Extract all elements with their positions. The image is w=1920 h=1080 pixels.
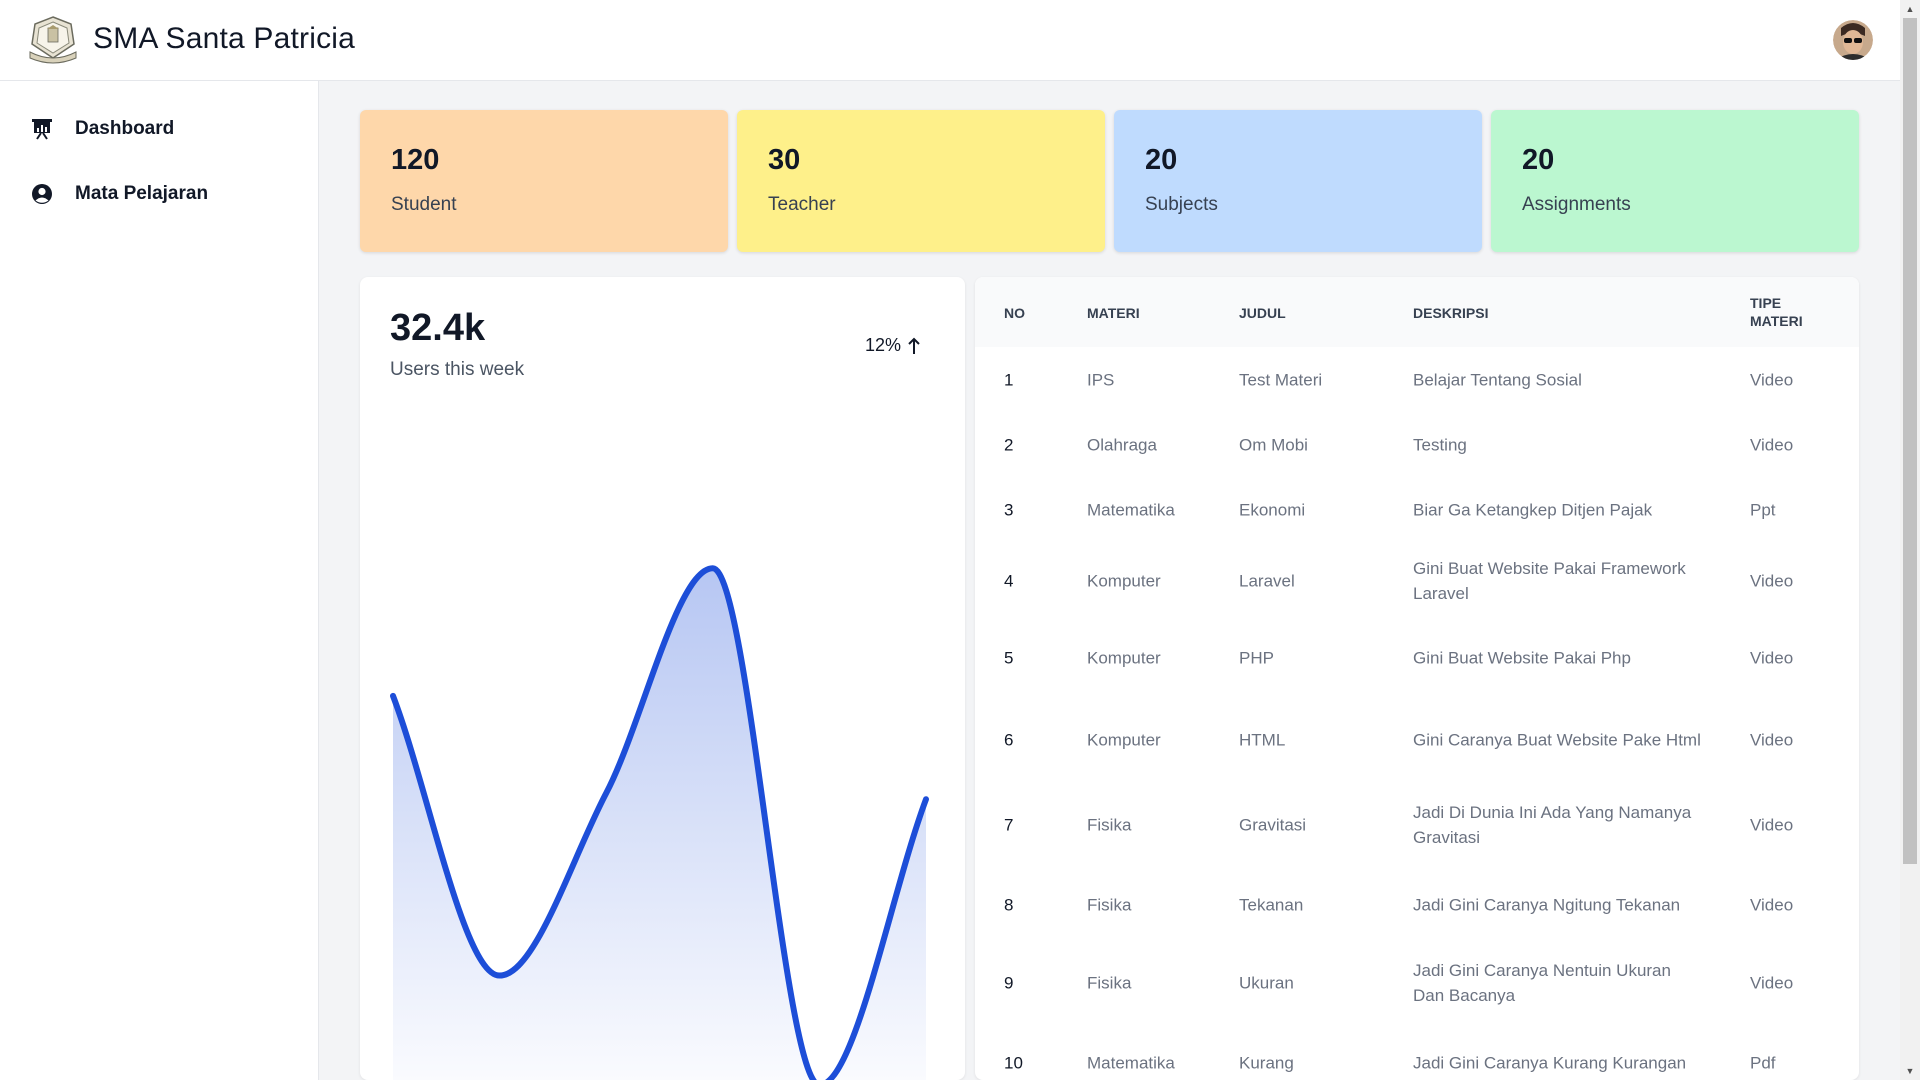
app-title: SMA Santa Patricia — [93, 22, 356, 55]
user-circle-icon — [30, 182, 54, 206]
cell-no: 6 — [1004, 730, 1014, 749]
cell-materi: Fisika — [1087, 895, 1132, 915]
cell-tipe-materi: Video — [1750, 815, 1794, 835]
cell-tipe-materi: Ppt — [1750, 500, 1776, 519]
table-row[interactable]: 5 Komputer PHP Gini Buat Website Pakai Php V… — [975, 619, 1859, 696]
cell-tipe-materi: Video — [1750, 571, 1794, 590]
stat-value: 20 — [1145, 144, 1178, 176]
cell-deskripsi: Jadi Gini Caranya Nentuin Ukuran Dan Bac… — [1413, 961, 1671, 1005]
cell-judul: Kurang — [1239, 1053, 1294, 1073]
table-row[interactable]: 6 Komputer HTML Gini Caranya Buat Website P… — [975, 696, 1859, 783]
stat-value: 30 — [768, 144, 801, 176]
users-chart-card: 32.4k Users this week 12% — [360, 277, 965, 1080]
cell-tipe-materi: Video — [1750, 973, 1794, 993]
table-row[interactable]: 8 Fisika Tekanan Jadi Gini Caranya Ngitung … — [975, 867, 1859, 943]
stat-label: Student — [391, 194, 457, 215]
stat-label: Teacher — [768, 194, 836, 215]
column-header-tipe-materi: TIPE MATERI — [1750, 295, 1803, 329]
cell-materi: Fisika — [1087, 815, 1132, 835]
cell-judul: Laravel — [1239, 571, 1295, 590]
table-row[interactable]: 1 IPS Test Materi Belajar Tentang Sosial Vid… — [975, 347, 1859, 412]
cell-tipe-materi: Video — [1750, 435, 1794, 454]
scrollbar-thumb[interactable] — [1903, 18, 1917, 864]
sidebar-item-mata-pelajaran[interactable]: Mata Pelajaran — [30, 174, 208, 214]
column-header-no: NO — [1004, 305, 1025, 321]
sidebar-item-label: Mata Pelajaran — [75, 183, 209, 204]
cell-deskripsi: Jadi Di Dunia Ini Ada Yang Namanya Gravi… — [1413, 803, 1692, 847]
cell-judul: HTML — [1239, 730, 1286, 749]
user-avatar[interactable] — [1833, 20, 1873, 60]
cell-tipe-materi: Video — [1750, 730, 1794, 749]
table-row[interactable]: 7 Fisika Gravitasi Jadi Di Dunia Ini Ada Ya… — [975, 783, 1859, 867]
materials-table: NO MATERI JUDUL DESKRIPSI TIPE MATERI 1 I… — [975, 277, 1859, 1080]
scroll-down-arrow-icon[interactable]: ▼ — [1904, 1065, 1916, 1077]
table-row[interactable]: 2 Olahraga Om Mobi Testing Video — [975, 412, 1859, 477]
table-row[interactable]: 10 Matematika Kurang Jadi Gini Caranya Kura… — [975, 1023, 1859, 1080]
chart-area-fill — [393, 568, 926, 1080]
cell-no: 4 — [1004, 571, 1014, 590]
cell-materi: IPS — [1087, 370, 1115, 389]
cell-tipe-materi: Video — [1750, 648, 1794, 667]
cell-materi: Komputer — [1087, 730, 1161, 749]
stat-label: Assignments — [1522, 194, 1631, 215]
sidebar-item-dashboard[interactable]: Dashboard — [30, 109, 174, 149]
presentation-chart-icon — [30, 117, 54, 141]
cell-materi: Fisika — [1087, 973, 1132, 993]
cell-materi: Komputer — [1087, 571, 1161, 590]
stat-value: 120 — [391, 144, 440, 176]
cell-deskripsi: Belajar Tentang Sosial — [1413, 370, 1582, 389]
cell-judul: Om Mobi — [1239, 435, 1308, 454]
page-scrollbar[interactable]: ▲ ▼ — [1900, 0, 1920, 1080]
cell-materi: Matematika — [1087, 500, 1175, 519]
cell-tipe-materi: Pdf — [1750, 1053, 1776, 1073]
cell-no: 3 — [1004, 500, 1014, 519]
column-header-materi: MATERI — [1087, 305, 1140, 321]
stat-card-assignments[interactable]: 20 Assignments — [1491, 110, 1859, 252]
stat-value: 20 — [1522, 144, 1555, 176]
cell-judul: Tekanan — [1239, 895, 1304, 915]
cell-deskripsi: Gini Buat Website Pakai Php — [1413, 648, 1631, 667]
table-header: NO MATERI JUDUL DESKRIPSI TIPE MATERI — [975, 277, 1859, 347]
cell-materi: Olahraga — [1087, 435, 1157, 454]
cell-no: 2 — [1004, 435, 1014, 454]
cell-deskripsi: Gini Buat Website Pakai Framework Larave… — [1413, 558, 1686, 603]
cell-deskripsi: Biar Ga Ketangkep Ditjen Pajak — [1413, 500, 1653, 519]
cell-judul: Ukuran — [1239, 973, 1294, 993]
cell-materi: Komputer — [1087, 648, 1161, 667]
cell-no: 1 — [1004, 370, 1014, 389]
cell-no: 7 — [1004, 815, 1014, 835]
table-row[interactable]: 4 Komputer Laravel Gini Buat Website Pakai … — [975, 542, 1859, 619]
cell-judul: PHP — [1239, 648, 1274, 667]
stat-card-teacher[interactable]: 30 Teacher — [737, 110, 1105, 252]
cell-deskripsi: Jadi Gini Caranya Kurang Kurangan — [1413, 1053, 1687, 1073]
cell-no: 10 — [1004, 1053, 1023, 1073]
cell-judul: Test Materi — [1239, 370, 1323, 389]
column-header-deskripsi: DESKRIPSI — [1413, 305, 1489, 321]
users-area-chart — [390, 565, 929, 1080]
cell-deskripsi: Gini Caranya Buat Website Pake Html — [1413, 730, 1701, 749]
top-bar: SMA Santa Patricia — [0, 0, 1900, 81]
cell-tipe-materi: Video — [1750, 370, 1794, 389]
cell-no: 9 — [1004, 973, 1014, 993]
cell-judul: Gravitasi — [1239, 815, 1307, 835]
sidebar-item-label: Dashboard — [75, 118, 175, 139]
stat-card-student[interactable]: 120 Student — [360, 110, 728, 252]
stat-card-subjects[interactable]: 20 Subjects — [1114, 110, 1482, 252]
scroll-up-arrow-icon[interactable]: ▲ — [1904, 3, 1916, 15]
cell-deskripsi: Jadi Gini Caranya Ngitung Tekanan — [1413, 895, 1681, 915]
stat-label: Subjects — [1145, 194, 1218, 215]
cell-no: 5 — [1004, 648, 1014, 667]
column-header-judul: JUDUL — [1239, 305, 1286, 321]
cell-no: 8 — [1004, 895, 1014, 915]
table-row[interactable]: 3 Matematika Ekonomi Biar Ga Ketangkep Ditj… — [975, 477, 1859, 542]
cell-materi: Matematika — [1087, 1053, 1175, 1073]
cell-tipe-materi: Video — [1750, 895, 1794, 915]
cell-judul: Ekonomi — [1239, 500, 1306, 519]
school-crest-icon[interactable] — [26, 14, 80, 66]
sidebar: Dashboard Mata Pelajaran — [0, 81, 319, 1080]
table-row[interactable]: 9 Fisika Ukuran Jadi Gini Caranya Nentuin U… — [975, 943, 1859, 1023]
cell-deskripsi: Testing — [1413, 435, 1467, 454]
